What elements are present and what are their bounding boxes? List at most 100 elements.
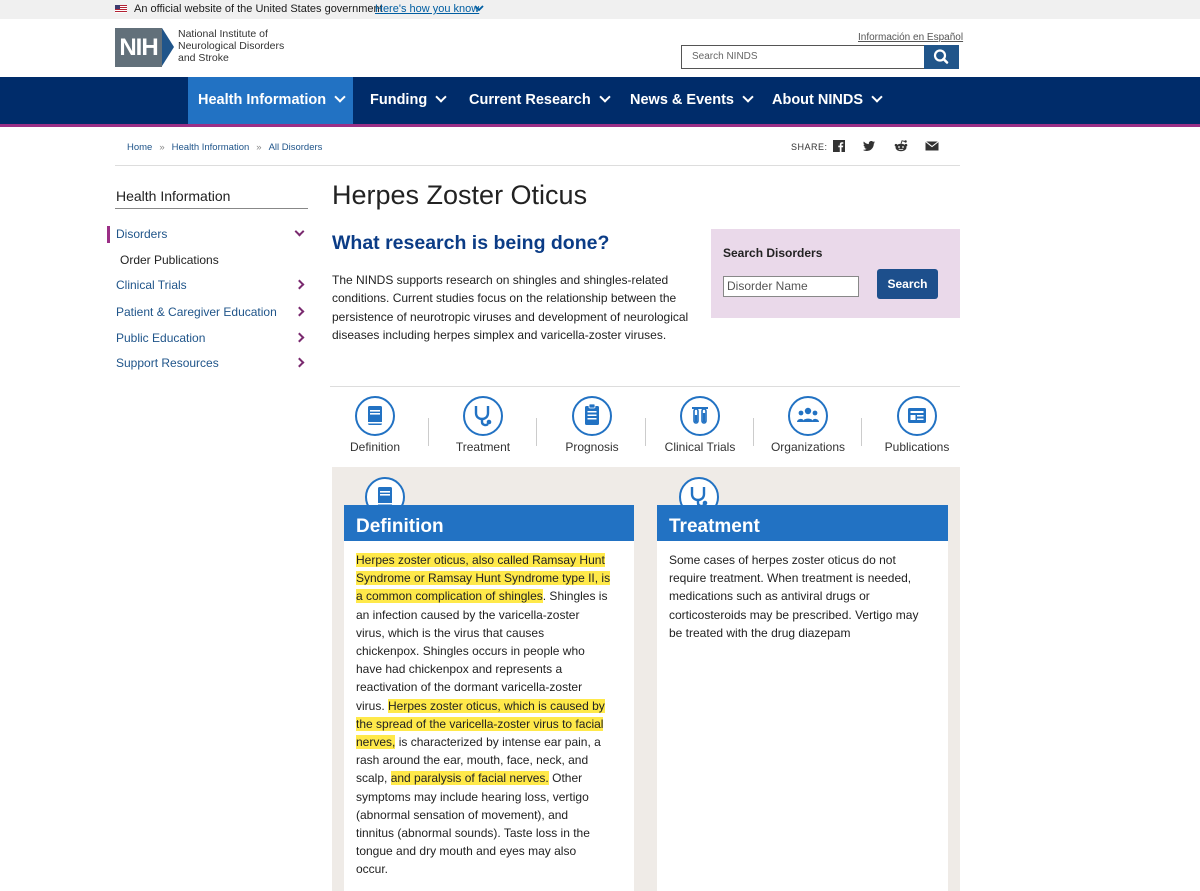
twitter-icon[interactable] bbox=[862, 139, 876, 153]
definition-line: Syndrome or Ramsay Hunt Syndrome type II… bbox=[356, 569, 611, 587]
facebook-icon[interactable] bbox=[832, 139, 846, 153]
nav-funding[interactable]: Funding bbox=[370, 77, 447, 124]
sidebar-item-disorders[interactable]: Disorders bbox=[116, 227, 167, 241]
research-heading: What research is being done? bbox=[332, 232, 610, 254]
book-icon bbox=[355, 396, 395, 436]
breadcrumb-separator: » bbox=[159, 142, 165, 153]
nav-health-information[interactable]: Health Information bbox=[188, 77, 353, 124]
sidebar-item-order-publications[interactable]: Order Publications bbox=[120, 253, 219, 267]
highlighted-text: Syndrome or Ramsay Hunt Syndrome type II… bbox=[356, 571, 611, 586]
tab-label: Prognosis bbox=[565, 440, 619, 454]
treatment-card: Treatment Some cases of herpes zoster ot… bbox=[657, 477, 948, 891]
chevron-right-icon[interactable] bbox=[294, 306, 305, 317]
nih-logo[interactable]: NIH bbox=[115, 28, 174, 67]
chevron-right-icon[interactable] bbox=[294, 357, 305, 368]
definition-line: virus. Herpes zoster oticus, which is ca… bbox=[356, 697, 610, 715]
org-name-line: Neurological Disorders bbox=[178, 40, 285, 52]
chevron-right-icon[interactable] bbox=[294, 332, 305, 343]
highlighted-text: a common complication of shingles bbox=[356, 589, 543, 604]
gov-banner-text: An official website of the United States… bbox=[134, 3, 383, 15]
sidebar-item-clinical-trials[interactable]: Clinical Trials bbox=[116, 278, 187, 292]
org-name[interactable]: National Institute of Neurological Disor… bbox=[178, 28, 284, 64]
tab-organizations[interactable]: Organizations bbox=[754, 396, 862, 454]
highlighted-text: and paralysis of facial nerves. bbox=[390, 771, 549, 786]
definition-text-segment: reactivation of the dormant varicella-zo… bbox=[356, 680, 583, 695]
highlighted-text: nerves, bbox=[356, 735, 396, 750]
sidebar-item-public-education[interactable]: Public Education bbox=[116, 331, 205, 345]
sidebar-active-indicator bbox=[107, 226, 110, 243]
definition-text: Herpes zoster oticus, also called Ramsay… bbox=[356, 551, 611, 879]
definition-line: scalp, and paralysis of facial nerves. O… bbox=[356, 769, 610, 787]
tab-publications[interactable]: Publications bbox=[863, 396, 971, 454]
clipboard-icon bbox=[572, 396, 612, 436]
disorder-name-input[interactable]: Disorder Name bbox=[723, 276, 859, 297]
main-nav: Health Information Funding Current Resea… bbox=[0, 77, 1200, 124]
definition-line: (abnormal sensation of movement), and bbox=[356, 806, 610, 824]
breadcrumb-all-disorders[interactable]: All Disorders bbox=[269, 142, 323, 153]
definition-text-segment: symptoms may include hearing loss, verti… bbox=[356, 789, 589, 804]
sidebar-item-patient-caregiver-education[interactable]: Patient & Caregiver Education bbox=[116, 305, 277, 319]
nav-current-research[interactable]: Current Research bbox=[469, 77, 611, 124]
nav-about-ninds[interactable]: About NINDS bbox=[772, 77, 883, 124]
reddit-icon[interactable] bbox=[894, 139, 908, 153]
definition-text-segment: occur. bbox=[356, 862, 389, 877]
chevron-down-icon bbox=[871, 91, 883, 103]
definition-line: virus, which is the virus that causes bbox=[356, 624, 610, 642]
definition-text-segment: have had chickenpox and represents a bbox=[356, 662, 563, 677]
chevron-down-icon[interactable] bbox=[474, 3, 484, 16]
nav-label: Funding bbox=[370, 92, 428, 108]
definition-line: tongue and dry mouth and eyes may also bbox=[356, 842, 610, 860]
research-text: The NINDS supports research on shingles … bbox=[332, 273, 689, 342]
definition-line: occur. bbox=[356, 860, 610, 878]
sidebar-item-support-resources[interactable]: Support Resources bbox=[116, 356, 219, 370]
nav-label: Current Research bbox=[469, 92, 591, 108]
definition-text-segment: rash around the ear, mouth, face, neck, … bbox=[356, 753, 589, 768]
definition-line: an infection caused by the varicella-zos… bbox=[356, 606, 610, 624]
spanish-link[interactable]: Información en Español bbox=[858, 32, 963, 43]
divider bbox=[115, 165, 960, 166]
definition-text-segment: tinnitus (abnormal sounds). Taste loss i… bbox=[356, 826, 590, 841]
treatment-text: Some cases of herpes zoster oticus do no… bbox=[669, 551, 918, 642]
page-title: Herpes Zoster Oticus bbox=[332, 180, 588, 210]
tab-definition[interactable]: Definition bbox=[321, 396, 429, 454]
heres-how-you-know-link[interactable]: Here's how you know bbox=[375, 3, 479, 15]
tab-prognosis[interactable]: Prognosis bbox=[538, 396, 646, 454]
gov-banner: An official website of the United States… bbox=[0, 0, 1200, 19]
us-flag-icon bbox=[115, 5, 127, 13]
search-input[interactable]: Search NINDS bbox=[681, 45, 925, 69]
treatment-line: corticosteroids may be prescribed. Verti… bbox=[669, 607, 919, 622]
divider bbox=[536, 418, 537, 446]
share-label: SHARE: bbox=[791, 142, 828, 152]
tab-label: Definition bbox=[349, 440, 401, 454]
definition-line: rash around the ear, mouth, face, neck, … bbox=[356, 751, 610, 769]
chevron-down-icon bbox=[435, 91, 447, 103]
chevron-down-icon bbox=[334, 91, 346, 103]
org-name-line: National Institute of bbox=[178, 28, 268, 40]
search-disorders-button[interactable]: Search bbox=[877, 269, 938, 299]
treatment-line: require treatment. When treatment is nee… bbox=[669, 571, 912, 586]
stethoscope-icon bbox=[463, 396, 503, 436]
nih-logo-text: NIH bbox=[115, 28, 162, 67]
chevron-down-icon bbox=[599, 91, 611, 103]
breadcrumb-home[interactable]: Home bbox=[127, 142, 152, 153]
breadcrumb-health-information[interactable]: Health Information bbox=[172, 142, 250, 153]
tab-treatment[interactable]: Treatment bbox=[429, 396, 537, 454]
definition-text-segment: . Shingles is bbox=[542, 589, 608, 604]
definition-line: reactivation of the dormant varicella-zo… bbox=[356, 678, 610, 696]
sidebar-title: Health Information bbox=[116, 188, 231, 204]
search-icon bbox=[933, 49, 949, 64]
chevron-right-icon[interactable] bbox=[294, 279, 305, 290]
nav-news-events[interactable]: News & Events bbox=[630, 77, 754, 124]
nav-label: News & Events bbox=[630, 92, 734, 108]
divider bbox=[330, 386, 960, 387]
divider bbox=[861, 418, 862, 446]
tab-label: Publications bbox=[884, 440, 950, 454]
chevron-down-icon[interactable] bbox=[294, 226, 305, 237]
highlighted-text: the spread of the varicella-zoster virus… bbox=[356, 716, 604, 731]
email-icon[interactable] bbox=[925, 139, 939, 153]
tab-clinical-trials[interactable]: Clinical Trials bbox=[646, 396, 754, 454]
treatment-line: medications such as antiviral drugs or bbox=[669, 589, 870, 604]
search-button[interactable] bbox=[924, 45, 959, 69]
definition-line: chickenpox. Shingles occurs in people wh… bbox=[356, 642, 610, 660]
definition-line: tinnitus (abnormal sounds). Taste loss i… bbox=[356, 824, 610, 842]
